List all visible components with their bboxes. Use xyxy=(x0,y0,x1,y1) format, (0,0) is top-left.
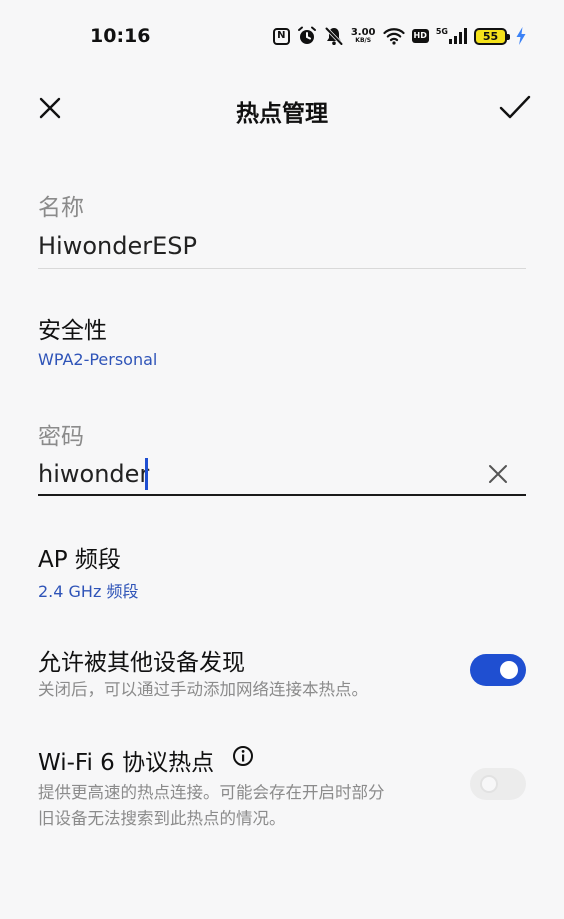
speed-value: 3.00 xyxy=(350,27,376,38)
toggle-knob xyxy=(480,775,498,793)
alarm-icon xyxy=(297,26,317,46)
mute-icon xyxy=(324,26,344,46)
page-title: 热点管理 xyxy=(236,101,328,127)
password-label: 密码 xyxy=(38,424,84,450)
speed-unit: KB/S xyxy=(355,37,372,44)
info-icon[interactable] xyxy=(232,745,254,767)
security-value: WPA2-Personal xyxy=(38,350,158,369)
discoverable-toggle[interactable] xyxy=(470,654,526,686)
network-speed: 3.00 KB/S xyxy=(350,27,376,45)
ap-band-title: AP 频段 xyxy=(38,547,121,573)
charging-icon xyxy=(516,27,526,45)
password-divider xyxy=(38,494,526,496)
ap-band-value: 2.4 GHz 频段 xyxy=(38,582,139,601)
hd-icon: HD xyxy=(411,29,429,43)
clear-icon xyxy=(489,465,507,483)
nfc-icon: N xyxy=(272,27,290,45)
status-time: 10:16 xyxy=(90,25,151,47)
battery-icon: 55 xyxy=(474,27,510,45)
network-type: 5G xyxy=(435,27,448,36)
wifi6-description-line1: 提供更高速的热点连接。可能会存在开启时部分 xyxy=(38,783,385,802)
app-header: 热点管理 xyxy=(0,78,564,140)
signal-bars xyxy=(449,28,467,44)
wifi-icon xyxy=(382,27,405,45)
text-caret xyxy=(145,458,148,490)
signal-icon: 5G xyxy=(436,28,467,44)
wifi6-description-line2: 旧设备无法搜索到此热点的情况。 xyxy=(38,809,286,828)
wifi6-title: Wi-Fi 6 协议热点 xyxy=(38,750,215,776)
name-field[interactable]: HiwonderESP xyxy=(38,232,197,260)
status-icons: N 3.00 KB/S HD 5G 55 xyxy=(272,24,526,48)
name-label: 名称 xyxy=(38,195,84,221)
security-title: 安全性 xyxy=(38,318,107,344)
clear-password-button[interactable] xyxy=(486,462,510,486)
battery-level: 55 xyxy=(482,29,499,43)
discoverable-description: 关闭后，可以通过手动添加网络连接本热点。 xyxy=(38,680,368,699)
toggle-knob xyxy=(500,661,518,679)
status-bar: 10:16 N 3.00 KB/S HD 5G 55 xyxy=(0,0,564,74)
discoverable-title: 允许被其他设备发现 xyxy=(38,650,245,676)
confirm-button[interactable] xyxy=(498,92,532,124)
wifi6-toggle[interactable] xyxy=(470,768,526,800)
checkmark-icon xyxy=(499,95,531,119)
name-divider xyxy=(38,268,526,269)
password-input[interactable] xyxy=(38,456,458,492)
